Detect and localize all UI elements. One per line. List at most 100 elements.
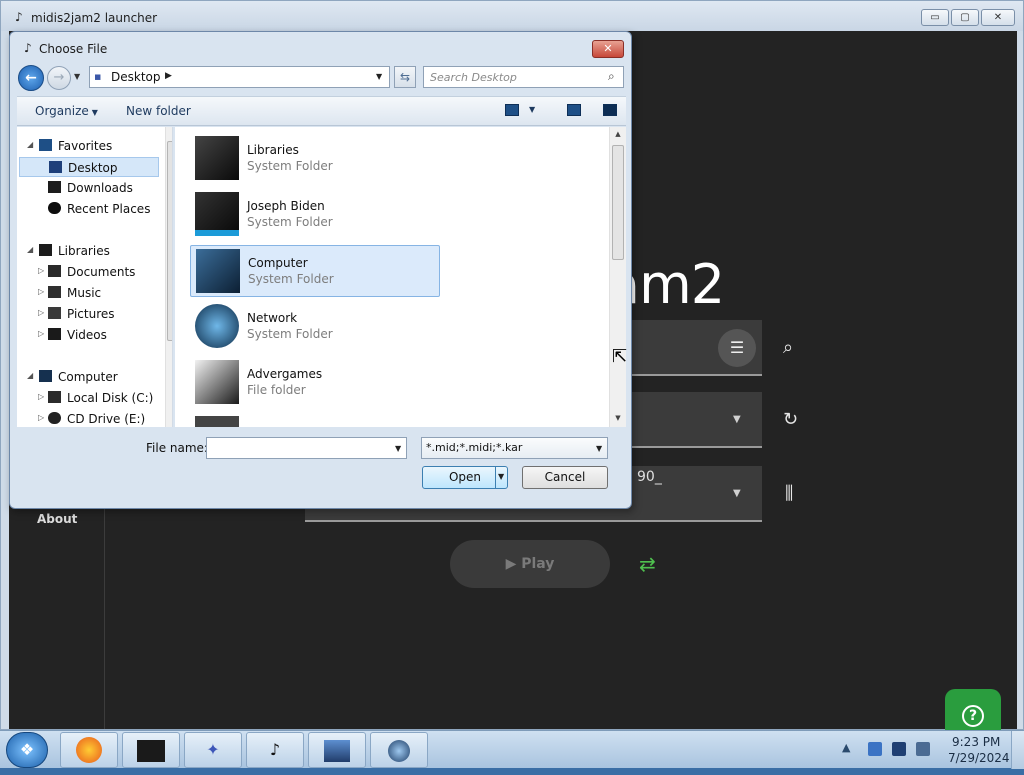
address-dropdown-icon[interactable]: ▼	[376, 72, 382, 81]
search-icon[interactable]: ⌕	[783, 337, 793, 358]
file-scrollbar[interactable]: ▲ ▼	[609, 127, 626, 427]
nav-cd-drive[interactable]: ▷ CD Drive (E:)	[17, 409, 157, 427]
file-item-advergames[interactable]: Advergames File folder	[190, 357, 440, 409]
nav-music-label: Music	[67, 286, 102, 300]
taskbar: ❖ ✦ ♪ ▲ 9:23 PM 7/29/2024	[0, 730, 1024, 769]
dialog-footer: File name: ▼ *.mid;*.midi;*.kar ▼ Open ▼…	[17, 428, 626, 504]
collapse-arrow-icon[interactable]: ◢	[27, 371, 33, 380]
nav-computer[interactable]: ◢ Computer	[17, 367, 157, 387]
app-title: midis2jam2 launcher	[31, 11, 158, 25]
search-icon[interactable]: ⌕	[608, 69, 615, 84]
open-split-divider	[495, 467, 496, 488]
expand-arrow-icon[interactable]: ▷	[38, 413, 44, 422]
nav-local-disk[interactable]: ▷ Local Disk (C:)	[17, 388, 157, 408]
nav-favorites[interactable]: ◢ Favorites	[17, 136, 157, 156]
recent-pages-chevron-icon[interactable]: ▼	[74, 72, 80, 81]
close-button[interactable]: ✕	[981, 9, 1015, 26]
chevron-down-icon[interactable]: ▼	[395, 444, 401, 453]
start-button[interactable]: ❖	[6, 732, 48, 768]
taskbar-explorer[interactable]	[122, 732, 180, 768]
nav-recent-places[interactable]: Recent Places	[17, 199, 157, 219]
desktop-icon: ▪	[94, 70, 102, 83]
search-box[interactable]: ⌕	[423, 66, 624, 88]
nav-recent-label: Recent Places	[67, 202, 151, 216]
midi-device-dropdown[interactable]: ▼	[629, 392, 762, 448]
file-name: Computer	[248, 256, 308, 270]
file-item-user[interactable]: Joseph Biden System Folder	[190, 189, 440, 241]
open-options-chevron-icon[interactable]: ▼	[498, 472, 504, 481]
file-name-input[interactable]	[211, 440, 386, 456]
nav-libraries[interactable]: ◢ Libraries	[17, 241, 157, 261]
preview-pane-icon[interactable]	[567, 104, 581, 116]
network-icon[interactable]	[892, 742, 906, 756]
clock-time[interactable]: 9:23 PM	[952, 735, 1000, 749]
nav-desktop[interactable]: Desktop	[19, 157, 159, 177]
back-button[interactable]: ←	[18, 65, 44, 91]
file-scroll-thumb[interactable]	[612, 145, 624, 260]
new-folder-button[interactable]: New folder	[126, 104, 191, 118]
file-name-label: File name:	[146, 441, 208, 455]
scroll-down-icon[interactable]: ▼	[610, 414, 626, 422]
taskbar-media[interactable]	[370, 732, 428, 768]
taskbar-midis2jam2[interactable]: ♪	[246, 732, 304, 768]
taskbar-app-bird[interactable]: ✦	[184, 732, 242, 768]
app-icon: ♪	[15, 10, 23, 24]
file-name-field[interactable]: ▼	[206, 437, 407, 459]
nav-scroll-thumb[interactable]	[167, 141, 172, 341]
clock-date[interactable]: 7/29/2024	[948, 751, 1010, 765]
help-icon[interactable]	[603, 104, 617, 116]
expand-arrow-icon[interactable]: ▷	[38, 392, 44, 401]
tray-expand-icon[interactable]: ▲	[842, 741, 850, 754]
nav-downloads[interactable]: Downloads	[17, 178, 157, 198]
search-input[interactable]	[430, 69, 600, 85]
breadcrumb-arrow-icon[interactable]: ▶	[165, 71, 172, 81]
expand-arrow-icon[interactable]: ▷	[38, 329, 44, 338]
nav-pictures[interactable]: ▷ Pictures	[17, 304, 157, 324]
forward-button[interactable]: →	[47, 66, 71, 90]
taskbar-setup[interactable]	[308, 732, 366, 768]
computer-icon	[39, 370, 52, 382]
volume-icon[interactable]	[916, 742, 930, 756]
chevron-down-icon: ▼	[596, 444, 603, 453]
file-item-partial[interactable]	[190, 413, 440, 427]
nav-cd-drive-label: CD Drive (E:)	[67, 412, 146, 426]
address-location[interactable]: Desktop	[111, 70, 161, 84]
nav-documents[interactable]: ▷ Documents	[17, 262, 157, 282]
view-options-chevron-icon[interactable]: ▼	[529, 105, 535, 114]
nav-music[interactable]: ▷ Music	[17, 283, 157, 303]
show-desktop-button[interactable]	[1011, 731, 1024, 769]
file-item-libraries[interactable]: Libraries System Folder	[190, 133, 440, 185]
file-item-computer[interactable]: Computer System Folder	[190, 245, 440, 297]
minimize-button[interactable]: ▭	[921, 9, 949, 26]
computer-icon	[196, 249, 240, 293]
file-item-network[interactable]: Network System Folder	[190, 301, 440, 353]
expand-arrow-icon[interactable]: ▷	[38, 287, 44, 296]
action-center-icon[interactable]	[868, 742, 882, 756]
dialog-close-button[interactable]: ✕	[592, 40, 624, 58]
audio-wave-icon[interactable]: ⫼	[785, 483, 793, 504]
file-name: Advergames	[247, 367, 323, 381]
taskbar-firefox[interactable]	[60, 732, 118, 768]
list-icon[interactable]: ☰	[718, 329, 756, 367]
address-refresh-button[interactable]: ⇆	[394, 66, 416, 88]
maximize-button[interactable]: ▢	[951, 9, 979, 26]
about-link[interactable]: About	[37, 512, 77, 526]
nav-videos[interactable]: ▷ Videos	[17, 325, 157, 345]
nav-scrollbar[interactable]	[165, 127, 172, 427]
documents-icon	[48, 265, 61, 277]
collapse-arrow-icon[interactable]: ◢	[27, 245, 33, 254]
collapse-arrow-icon[interactable]: ◢	[27, 140, 33, 149]
organize-button[interactable]: Organize ▼	[35, 104, 98, 118]
cancel-button[interactable]: Cancel	[522, 466, 608, 489]
expand-arrow-icon[interactable]: ▷	[38, 308, 44, 317]
expand-arrow-icon[interactable]: ▷	[38, 266, 44, 275]
help-button[interactable]: ?	[945, 689, 1001, 731]
address-bar[interactable]: ▪ Desktop ▶ ▼	[89, 66, 390, 88]
repeat-icon[interactable]: ⇄	[639, 552, 656, 576]
videos-icon	[48, 328, 61, 340]
change-view-icon[interactable]	[505, 104, 519, 116]
file-type-select[interactable]: *.mid;*.midi;*.kar ▼	[421, 437, 608, 459]
refresh-icon[interactable]: ↻	[783, 409, 798, 430]
play-button[interactable]: ▶ Play	[450, 540, 610, 588]
scroll-up-icon[interactable]: ▲	[610, 130, 626, 138]
